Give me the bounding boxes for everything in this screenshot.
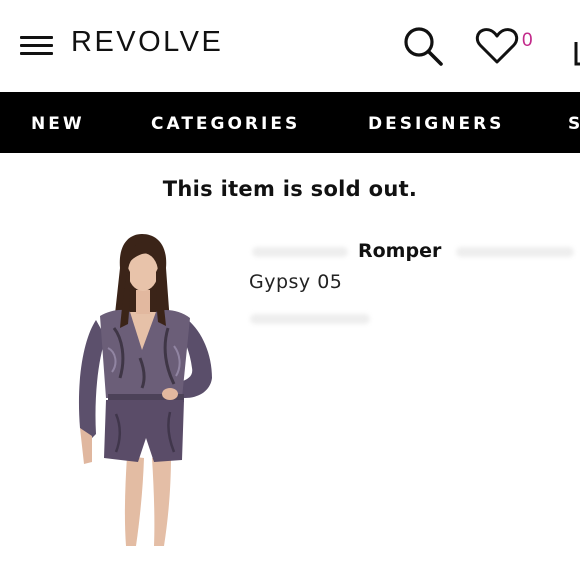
designer-name[interactable]: Gypsy 05 (249, 271, 342, 293)
main-nav: NEW CATEGORIES DESIGNERS S (0, 92, 580, 153)
nav-item-new[interactable]: NEW (31, 114, 85, 134)
faded-text (456, 247, 574, 257)
nav-item-categories[interactable]: CATEGORIES (151, 114, 300, 134)
brand-logo[interactable]: REVOLVE (71, 26, 223, 59)
bag-icon[interactable] (572, 34, 580, 66)
faded-text (250, 314, 370, 324)
heart-icon[interactable] (474, 26, 520, 66)
site-header: REVOLVE 0 (0, 0, 580, 92)
sold-out-message: This item is sold out. (162, 177, 418, 201)
search-icon[interactable] (401, 24, 445, 68)
menu-icon-line (20, 44, 53, 47)
menu-icon[interactable] (20, 36, 53, 56)
wishlist-count: 0 (522, 30, 533, 51)
product-name[interactable]: Romper (358, 240, 441, 262)
product-image[interactable] (70, 228, 220, 550)
nav-item-designers[interactable]: DESIGNERS (368, 114, 504, 134)
menu-icon-line (20, 52, 53, 55)
menu-icon-line (20, 36, 53, 39)
faded-text (252, 247, 348, 257)
nav-item-partial[interactable]: S (568, 114, 580, 134)
